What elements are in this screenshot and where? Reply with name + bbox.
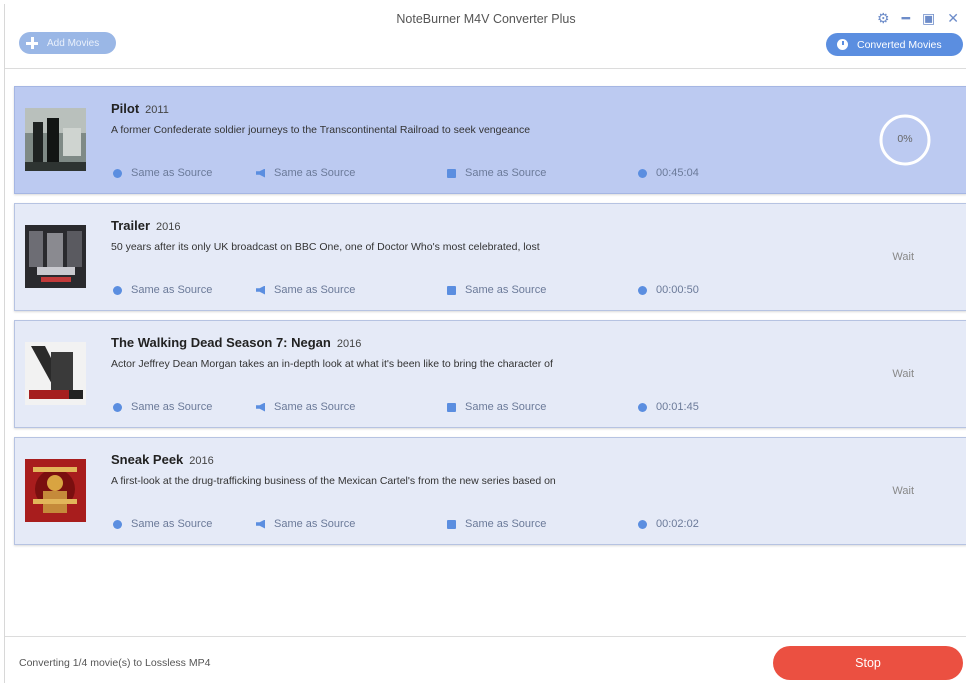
status-label: Wait	[892, 485, 914, 497]
maximize-icon[interactable]: ▣	[922, 11, 935, 25]
movie-year: 2016	[189, 455, 214, 467]
subtitle-setting[interactable]: Same as Source	[447, 284, 546, 296]
add-movies-label: Add Movies	[47, 37, 100, 49]
movie-title: The Walking Dead Season 7: Negan 2016	[111, 335, 362, 350]
audio-setting[interactable]: Same as Source	[256, 518, 355, 530]
movie-thumbnail	[25, 225, 86, 288]
video-setting[interactable]: Same as Source	[113, 284, 212, 296]
status-label: Wait	[892, 368, 914, 380]
subtitle-icon	[447, 402, 456, 412]
conversion-status: Converting 1/4 movie(s) to Lossless MP4	[19, 657, 211, 669]
movie-thumbnail	[25, 108, 86, 171]
movie-title: Pilot 2011	[111, 101, 169, 116]
movie-description: A former Confederate soldier journeys to…	[111, 124, 531, 136]
movie-description: 50 years after its only UK broadcast on …	[111, 241, 540, 253]
status-label: Wait	[892, 251, 914, 263]
audio-setting[interactable]: Same as Source	[256, 167, 355, 179]
video-icon	[113, 168, 122, 178]
duration: 00:45:04	[638, 167, 699, 179]
subtitle-setting[interactable]: Same as Source	[447, 518, 546, 530]
minimize-icon[interactable]: ━	[902, 11, 910, 25]
video-setting[interactable]: Same as Source	[113, 518, 212, 530]
duration-icon	[638, 519, 647, 529]
movie-year: 2016	[156, 221, 181, 233]
video-icon	[113, 519, 122, 529]
movie-year: 2016	[336, 338, 362, 350]
video-icon	[113, 402, 122, 412]
converted-movies-label: Converted Movies	[857, 38, 942, 51]
movie-description: A first-look at the drug-trafficking bus…	[111, 475, 556, 487]
title-bar: NoteBurner M4V Converter Plus Add Movies…	[5, 4, 966, 69]
audio-icon	[256, 519, 265, 529]
stop-button[interactable]: Stop	[773, 646, 963, 680]
duration-icon	[638, 168, 647, 178]
gear-icon[interactable]: ⚙	[877, 11, 890, 25]
subtitle-setting[interactable]: Same as Source	[447, 401, 546, 413]
audio-icon	[256, 285, 265, 295]
subtitle-icon	[447, 168, 456, 178]
video-setting[interactable]: Same as Source	[113, 401, 212, 413]
progress-ring: 0%	[878, 113, 932, 167]
subtitle-icon	[447, 519, 456, 529]
movie-description: Actor Jeffrey Dean Morgan takes an in-de…	[111, 358, 553, 370]
footer-bar: Converting 1/4 movie(s) to Lossless MP4 …	[5, 636, 966, 684]
movie-row-pilot[interactable]: Pilot 2011 A former Confederate soldier j…	[14, 86, 966, 194]
app-window: NoteBurner M4V Converter Plus Add Movies…	[4, 4, 966, 684]
duration: 00:00:50	[638, 284, 699, 296]
movie-list: Pilot 2011 A former Confederate soldier j…	[14, 86, 966, 554]
converted-movies-button[interactable]: Converted Movies	[826, 33, 963, 56]
movie-row-sneak-peek[interactable]: Sneak Peek 2016 A first-look at the drug-…	[14, 437, 966, 545]
subtitle-setting[interactable]: Same as Source	[447, 167, 546, 179]
movie-row-negan[interactable]: The Walking Dead Season 7: Negan 2016 Act…	[14, 320, 966, 428]
movie-thumbnail	[25, 459, 86, 522]
video-icon	[113, 285, 122, 295]
window-controls: ⚙ ━ ▣ ✕	[877, 11, 959, 25]
clock-icon	[837, 39, 848, 50]
plus-icon	[23, 34, 41, 52]
audio-setting[interactable]: Same as Source	[256, 284, 355, 296]
video-setting[interactable]: Same as Source	[113, 167, 212, 179]
movie-title: Trailer 2016	[111, 218, 181, 233]
audio-icon	[256, 402, 265, 412]
duration-icon	[638, 402, 647, 412]
add-movies-button[interactable]: Add Movies	[19, 32, 116, 54]
audio-setting[interactable]: Same as Source	[256, 401, 355, 413]
progress-percent: 0%	[897, 133, 913, 145]
duration: 00:01:45	[638, 401, 699, 413]
subtitle-icon	[447, 285, 456, 295]
duration-icon	[638, 285, 647, 295]
movie-thumbnail	[25, 342, 86, 405]
movie-year: 2011	[145, 104, 169, 116]
movie-row-trailer[interactable]: Trailer 2016 50 years after its only UK b…	[14, 203, 966, 311]
movie-title: Sneak Peek 2016	[111, 452, 214, 467]
close-icon[interactable]: ✕	[947, 11, 959, 25]
window-title: NoteBurner M4V Converter Plus	[396, 12, 576, 26]
audio-icon	[256, 168, 265, 178]
duration: 00:02:02	[638, 518, 699, 530]
